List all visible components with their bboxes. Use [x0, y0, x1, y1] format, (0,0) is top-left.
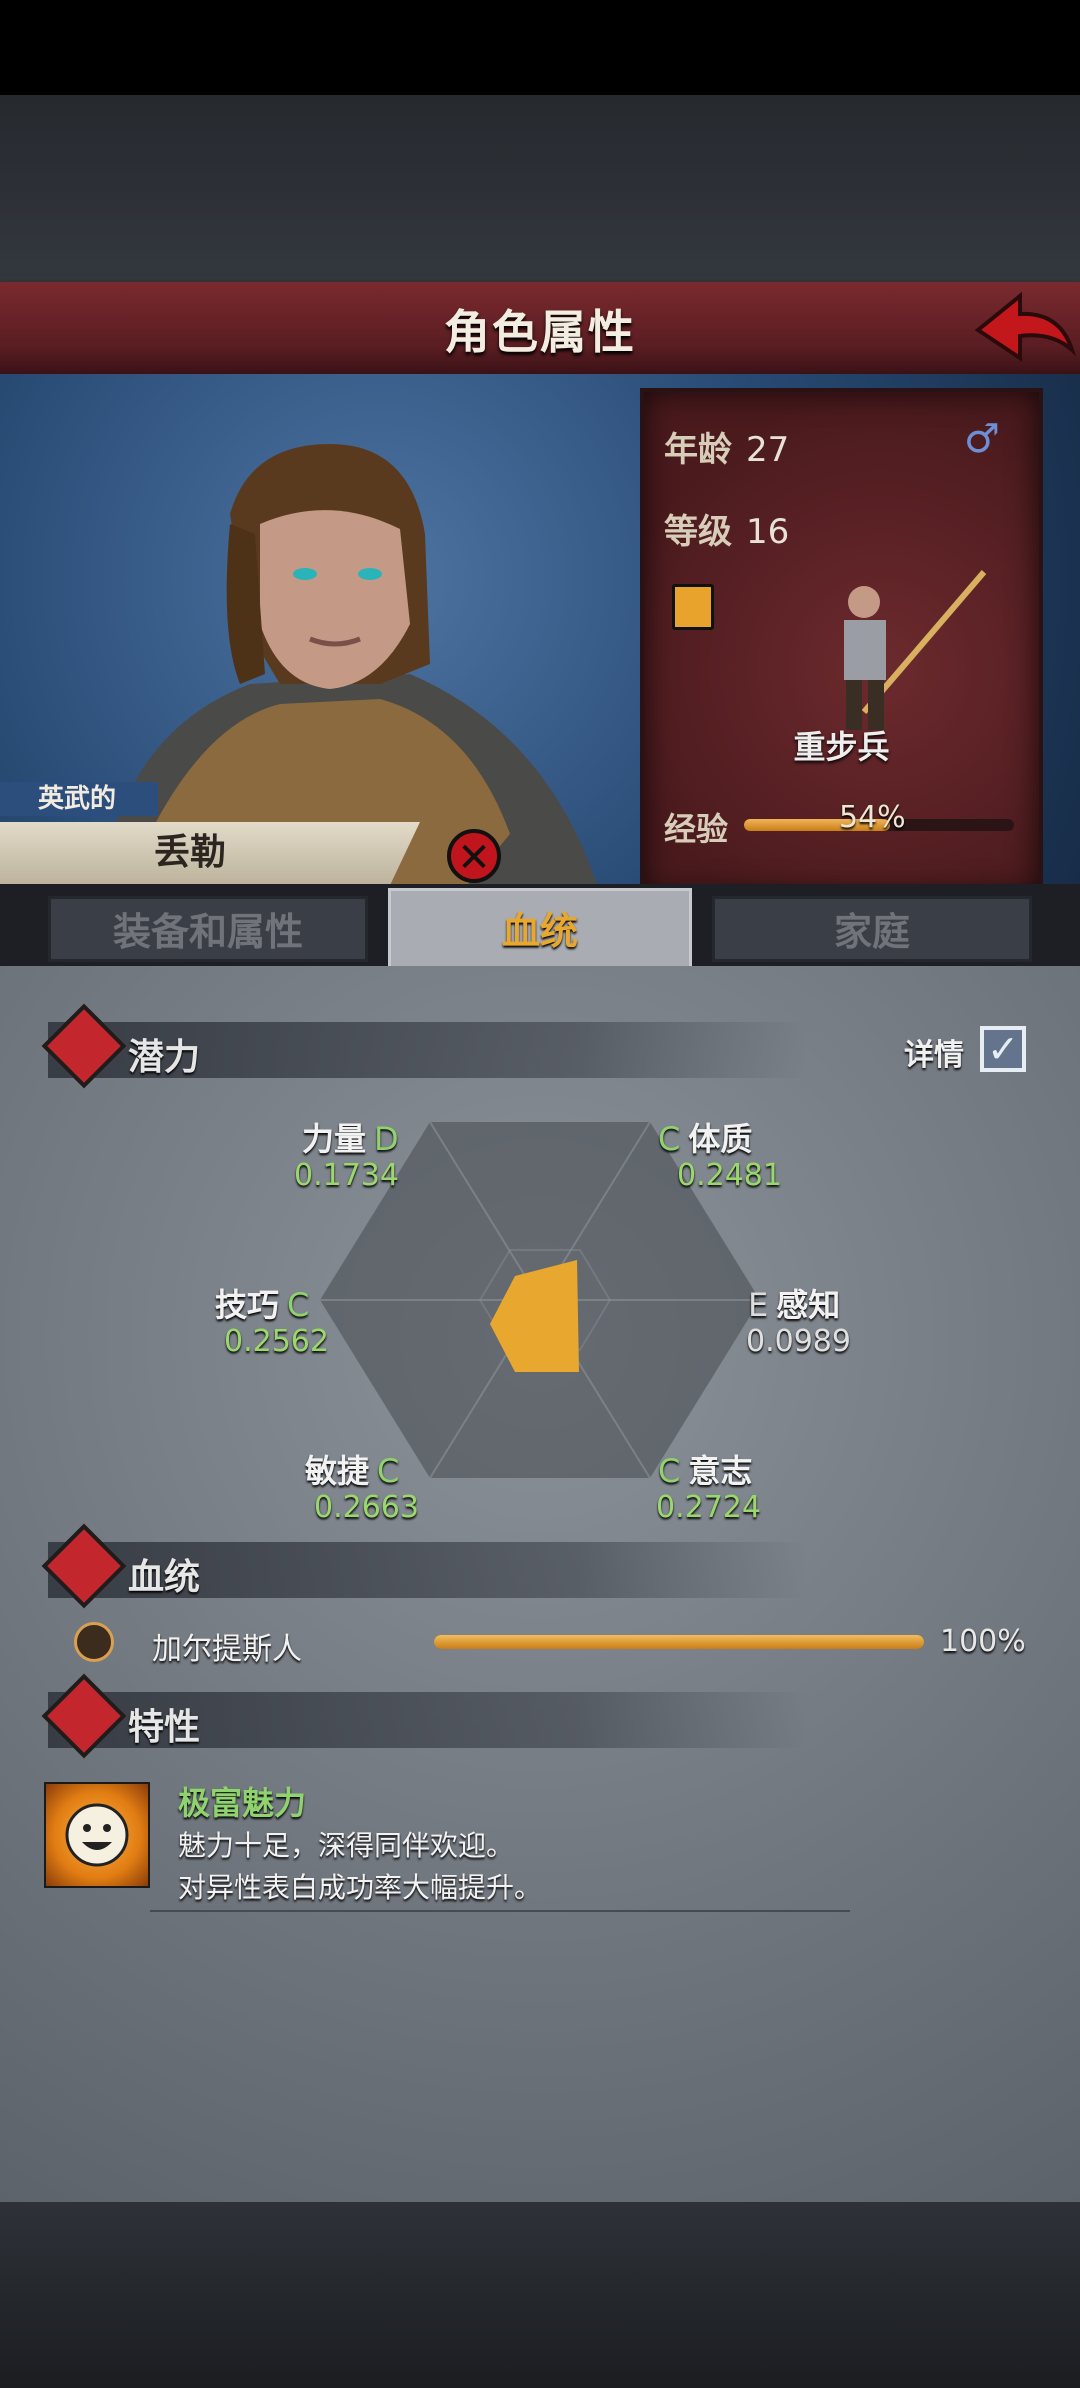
bloodline-section-header: 血统	[41, 1523, 808, 1609]
character-info-panel: 年龄 27 ♂ 等级 16 重步兵 经验 54%	[640, 388, 1043, 898]
age-row: 年龄 27	[664, 422, 789, 471]
stat-skill-value: 0.2562	[224, 1324, 329, 1359]
stat-strength-grade: D	[374, 1120, 399, 1158]
upper-background	[0, 95, 1080, 285]
details-label: 详情	[904, 1038, 964, 1073]
back-button[interactable]	[968, 288, 1078, 368]
stat-skill-name: 技巧	[215, 1286, 280, 1324]
tab-bar: 装备和属性 血统 家庭	[0, 884, 1080, 970]
back-arrow-icon	[974, 291, 1077, 362]
trait-description-line-1: 魅力十足，深得同伴欢迎。	[178, 1829, 515, 1862]
exp-percent: 54%	[839, 800, 906, 835]
smiley-face-icon[interactable]	[44, 1782, 150, 1888]
stat-constitution-name: 体质	[688, 1120, 753, 1158]
tab-equipment-attributes[interactable]: 装备和属性	[48, 896, 368, 962]
status-bar	[0, 0, 1080, 95]
smiley-face-graphic	[65, 1803, 129, 1867]
details-checkbox[interactable]: ✓	[980, 1026, 1026, 1072]
age-value: 27	[746, 430, 790, 470]
stat-constitution: C 体质	[650, 1114, 752, 1160]
stat-strength-name: 力量	[302, 1120, 367, 1158]
traits-label: 特性	[128, 1707, 201, 1748]
trait-description-line-2: 对异性表白成功率大幅提升。	[178, 1871, 543, 1904]
page-title: 角色属性	[444, 305, 636, 359]
stat-will-grade: C	[658, 1452, 681, 1490]
bloodline-bar-fill	[434, 1635, 924, 1649]
class-name: 重步兵	[793, 728, 890, 766]
level-value: 16	[746, 512, 790, 552]
character-title-tag: 英武的	[0, 782, 158, 816]
stat-constitution-value: 0.2481	[677, 1158, 782, 1193]
bloodline-name: 加尔提斯人	[152, 1632, 302, 1667]
character-portrait	[101, 444, 597, 884]
bloodline-percent: 100%	[940, 1624, 1026, 1659]
bloodline-entry: 加尔提斯人 100%	[74, 1620, 1034, 1668]
level-row: 等级 16	[664, 504, 789, 553]
trait-divider	[150, 1910, 850, 1912]
stat-will-value: 0.2724	[656, 1490, 761, 1525]
stat-agility-value: 0.2663	[314, 1490, 419, 1525]
stat-strength: 力量 D	[302, 1114, 407, 1160]
trait-name: 极富魅力	[178, 1784, 307, 1822]
bottom-area	[0, 2202, 1080, 2388]
tab-family[interactable]: 家庭	[712, 896, 1032, 962]
bloodline-label: 血统	[128, 1557, 201, 1598]
stat-will-name: 意志	[688, 1452, 753, 1490]
stat-perception-value: 0.0989	[746, 1324, 851, 1359]
potential-section-header: 潜力	[41, 1003, 808, 1089]
stat-agility-grade: C	[377, 1452, 400, 1490]
header-bar: 角色属性	[0, 282, 1080, 377]
exp-label: 经验	[664, 810, 729, 848]
stat-perception-grade: E	[748, 1286, 769, 1324]
stat-strength-value: 0.1734	[294, 1158, 399, 1193]
close-icon: ✕	[457, 835, 491, 881]
bloodline-bar	[434, 1635, 924, 1649]
stat-agility-name: 敏捷	[305, 1452, 370, 1490]
character-name[interactable]: 丢勒	[0, 822, 420, 884]
stat-constitution-grade: C	[658, 1120, 681, 1158]
stat-skill-grade: C	[287, 1286, 310, 1324]
male-gender-icon: ♂	[964, 416, 1000, 462]
shield-class-icon[interactable]	[672, 584, 714, 630]
level-label: 等级	[664, 512, 732, 552]
age-label: 年龄	[664, 430, 732, 470]
stat-will: C 意志	[650, 1446, 752, 1492]
potential-label: 潜力	[128, 1037, 201, 1078]
tab-bloodline[interactable]: 血统	[388, 888, 692, 970]
stat-skill: 技巧 C	[215, 1280, 317, 1326]
clan-emblem-icon	[74, 1622, 114, 1662]
checkmark-icon: ✓	[987, 1027, 1019, 1071]
stat-perception-name: 感知	[776, 1286, 841, 1324]
stat-agility: 敏捷 C	[305, 1446, 407, 1492]
traits-section-header: 特性	[41, 1673, 808, 1759]
stat-perception: E 感知	[740, 1280, 840, 1326]
dismiss-button[interactable]: ✕	[447, 829, 501, 883]
